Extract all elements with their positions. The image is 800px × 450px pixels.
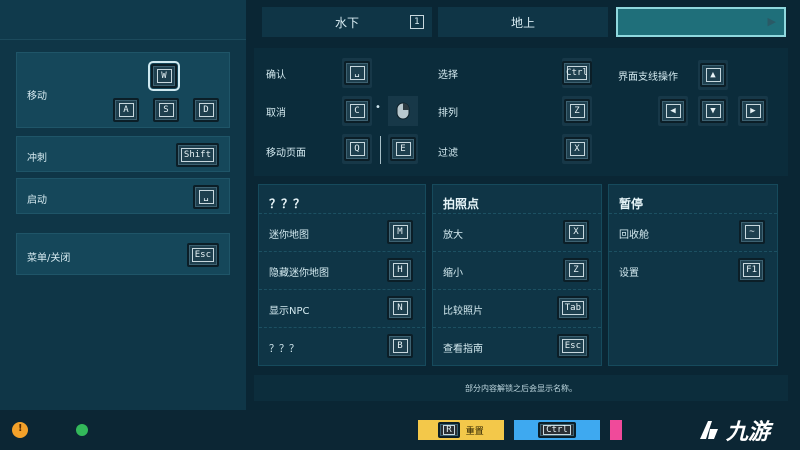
bottom-bar: ! R 重置 Ctrl 九游 <box>0 410 800 450</box>
mouse-right-icon[interactable] <box>388 96 418 126</box>
cancel-separator: • <box>375 102 381 113</box>
row-label: 比较照片 <box>443 306 483 317</box>
key-shift[interactable]: Shift <box>175 142 219 167</box>
confirm-label: 确认 <box>266 70 286 81</box>
key-sort[interactable]: Z <box>562 96 592 126</box>
unlock-note: 部分内容解锁之后会显示名称。 <box>254 375 788 401</box>
key-d[interactable]: D <box>193 97 219 122</box>
list-item[interactable]: 查看指南 Esc <box>433 327 601 365</box>
key-space[interactable]: ␣ <box>193 184 219 209</box>
select-label: 选择 <box>438 70 458 81</box>
list-item[interactable]: 缩小 Z <box>433 251 601 289</box>
bind-sprint-card[interactable]: 冲刺 Shift <box>16 136 230 172</box>
list-item[interactable]: ？？？ B <box>259 327 425 365</box>
row-key: ~ <box>744 225 760 239</box>
row-key: N <box>392 301 408 315</box>
watermark-logo: 九游 <box>696 414 770 446</box>
key-a[interactable]: A <box>113 97 139 122</box>
mouse-icon <box>396 102 410 120</box>
row-key: X <box>568 225 584 239</box>
key-s[interactable]: S <box>153 97 179 122</box>
section-pause-title: 暂停 <box>619 197 644 211</box>
key-up[interactable]: ▲ <box>698 60 728 90</box>
left-panel: 移动 W A S D 冲刺 Shift 启动 ␣ 菜单/关闭 Esc <box>0 0 246 410</box>
list-item[interactable]: 迷你地图 M <box>259 213 425 251</box>
list-item[interactable]: 比较照片 Tab <box>433 289 601 327</box>
row-key: Z <box>568 263 584 277</box>
controls-panel: 水下 1 地上 ▶ 确认 ␣ 取消 C • 移动页面 Q E 选择 Ctrl 排… <box>246 0 800 410</box>
row-key: F1 <box>743 263 760 277</box>
tab-underwater[interactable]: 水下 1 <box>262 7 432 37</box>
bind-launch-card[interactable]: 启动 ␣ <box>16 178 230 214</box>
tab-underwater-label: 水下 <box>334 15 359 30</box>
key-filter[interactable]: X <box>562 134 592 164</box>
key-cancel[interactable]: C <box>342 96 372 126</box>
bind-move-label: 移动 <box>27 91 47 102</box>
list-item[interactable]: 放大 X <box>433 213 601 251</box>
sort-label: 排列 <box>438 108 458 119</box>
tab-ground[interactable]: 地上 <box>438 7 608 37</box>
row-key: H <box>392 263 408 277</box>
cancel-label: 取消 <box>266 108 286 119</box>
list-item[interactable]: 显示NPC N <box>259 289 425 327</box>
row-key: Esc <box>561 339 584 353</box>
list-item[interactable]: 隐藏迷你地图 H <box>259 251 425 289</box>
key-select[interactable]: Ctrl <box>562 58 592 88</box>
row-label: 回收舱 <box>619 230 649 241</box>
key-divider <box>380 136 381 164</box>
row-label: 迷你地图 <box>269 230 309 241</box>
filter-label: 过滤 <box>438 148 458 159</box>
key-page-left[interactable]: Q <box>342 134 372 164</box>
ui-ops-label: 界面支线操作 <box>618 72 678 83</box>
key-down[interactable]: ▼ <box>698 96 728 126</box>
list-item[interactable]: 回收舱 ~ <box>609 213 777 251</box>
left-header-strip <box>0 0 246 40</box>
warning-icon: ! <box>12 422 28 438</box>
row-key: B <box>392 339 408 353</box>
row-label: 设置 <box>619 268 639 279</box>
section-unknown-title: ？？？ <box>269 197 306 211</box>
key-left[interactable]: ◀ <box>658 96 688 126</box>
row-key: M <box>392 225 408 239</box>
key-right[interactable]: ▶ <box>738 96 768 126</box>
watermark-icon <box>700 421 718 439</box>
tab-ground-label: 地上 <box>510 15 535 30</box>
row-key: Tab <box>561 301 584 315</box>
reset-label: 重置 <box>465 426 484 437</box>
status-icon <box>76 424 88 436</box>
row-label: 放大 <box>443 230 463 241</box>
section-photo: 拍照点 放大 X 缩小 Z 比较照片 Tab 查看指南 Esc <box>432 184 602 366</box>
section-unknown: ？？？ 迷你地图 M 隐藏迷你地图 H 显示NPC N ？？？ B <box>258 184 426 366</box>
section-pause: 暂停 回收舱 ~ 设置 F1 <box>608 184 778 366</box>
section-photo-title: 拍照点 <box>443 197 480 211</box>
tab-next-icon: ▶ <box>767 15 776 28</box>
tab-hotkey-badge: 1 <box>410 15 424 29</box>
pink-button[interactable] <box>610 420 622 440</box>
bind-menu-label: 菜单/关闭 <box>27 253 71 264</box>
row-label: ？？？ <box>269 344 299 355</box>
row-label: 隐藏迷你地图 <box>269 268 329 279</box>
row-label: 缩小 <box>443 268 463 279</box>
row-label: 查看指南 <box>443 344 483 355</box>
list-item[interactable]: 设置 F1 <box>609 251 777 289</box>
key-w[interactable]: W <box>148 61 180 91</box>
key-page-right[interactable]: E <box>388 134 418 164</box>
move-page-label: 移动页面 <box>266 148 306 159</box>
key-esc[interactable]: Esc <box>186 242 219 267</box>
reset-button[interactable]: R 重置 <box>418 420 504 440</box>
key-confirm[interactable]: ␣ <box>342 58 372 88</box>
tab-active[interactable]: ▶ <box>616 7 786 37</box>
ctrl-button[interactable]: Ctrl <box>514 420 600 440</box>
bind-move-card[interactable]: 移动 W A S D <box>16 52 230 128</box>
row-label: 显示NPC <box>269 306 310 317</box>
bind-sprint-label: 冲刺 <box>27 153 47 164</box>
bind-menu-card[interactable]: 菜单/关闭 Esc <box>16 233 230 275</box>
bind-launch-label: 启动 <box>27 195 47 206</box>
